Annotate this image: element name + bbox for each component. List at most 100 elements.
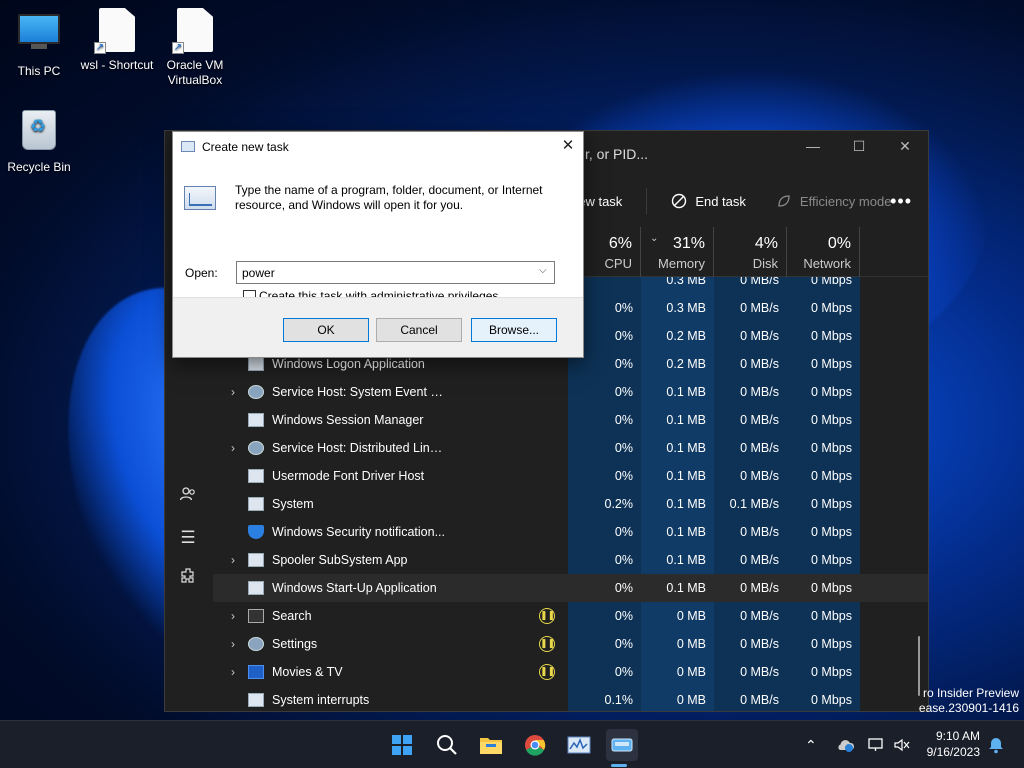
chevron-up-icon: ⌃	[805, 736, 817, 753]
network-value: 0 Mbps	[811, 357, 852, 371]
expand-chevron-icon[interactable]: ›	[231, 434, 235, 462]
cancel-button[interactable]: Cancel	[376, 318, 462, 342]
recycle-bin-icon	[0, 110, 78, 156]
suspended-status-icon: ❚❚	[539, 664, 555, 680]
search-box[interactable]: r, or PID...	[585, 141, 705, 167]
cpu-value: 0.1%	[604, 693, 634, 707]
process-name: Windows Session Manager	[272, 413, 424, 427]
onedrive-tray-button[interactable]	[835, 721, 855, 768]
network-monitor-icon	[868, 738, 883, 751]
cpu-value: 0%	[614, 413, 633, 427]
volume-tray-button[interactable]	[893, 721, 911, 768]
column-header-memory[interactable]: 31% Memory	[641, 227, 714, 277]
gear-icon	[248, 385, 264, 399]
memory-value: 0.1 MB	[666, 469, 706, 483]
disk-value: 0 MB/s	[740, 665, 779, 679]
table-row[interactable]: System interrupts 0.1% 0 MB 0 MB/s 0 Mbps	[213, 686, 928, 711]
file-explorer-button[interactable]	[475, 729, 507, 761]
table-row[interactable]: System 0.2% 0.1 MB 0.1 MB/s 0 Mbps	[213, 490, 928, 518]
efficiency-mode-button[interactable]: Efficiency mode	[770, 186, 898, 216]
expand-chevron-icon[interactable]: ›	[231, 546, 235, 574]
browse-button[interactable]: Browse...	[471, 318, 557, 342]
process-name: Search	[272, 609, 312, 623]
open-input[interactable]	[236, 261, 555, 284]
table-row[interactable]: › Movies & TV ❚❚ 0% 0 MB 0 MB/s 0 Mbps	[213, 658, 928, 686]
network-value: 0 Mbps	[811, 469, 852, 483]
process-name: Settings	[272, 637, 318, 651]
end-task-button[interactable]: End task	[665, 186, 752, 216]
expand-chevron-icon[interactable]: ›	[231, 602, 235, 630]
dialog-close-button[interactable]: ✕	[553, 132, 583, 160]
show-hidden-icons-button[interactable]: ⌃	[805, 721, 817, 768]
notifications-button[interactable]	[988, 721, 1004, 768]
disk-value: 0 MB/s	[740, 581, 779, 595]
expand-chevron-icon[interactable]: ›	[231, 630, 235, 658]
open-label: Open:	[185, 266, 218, 280]
desktop-icon-label: Recycle Bin	[7, 160, 71, 174]
run-dialog-taskbar-button[interactable]	[606, 729, 638, 761]
cpu-value: 0%	[614, 609, 633, 623]
clock[interactable]: 9:10 AM 9/16/2023	[927, 728, 980, 760]
services-icon[interactable]	[177, 567, 199, 589]
shield-icon	[248, 525, 264, 539]
table-row[interactable]: Windows Security notification... 0% 0.1 MB…	[213, 518, 928, 546]
chrome-button[interactable]	[519, 729, 551, 761]
create-new-task-dialog: Create new task ✕ Type the name of a pro…	[172, 131, 584, 358]
process-name: Windows Start-Up Application	[272, 581, 437, 595]
desktop-icon-recycle-bin[interactable]: Recycle Bin	[0, 106, 78, 175]
dialog-titlebar[interactable]: Create new task ✕	[173, 132, 583, 162]
shortcut-file-icon: ↗	[78, 8, 156, 54]
network-tray-button[interactable]	[867, 721, 885, 768]
start-button[interactable]	[386, 729, 418, 761]
column-header-network[interactable]: 0% Network	[787, 227, 860, 277]
app-icon	[248, 469, 264, 483]
table-row[interactable]: › Spooler SubSystem App 0% 0.1 MB 0 MB/s 0 Mb…	[213, 546, 928, 574]
cpu-value: 0%	[614, 469, 633, 483]
windows-logo-icon	[392, 735, 412, 755]
task-manager-taskbar-button[interactable]	[563, 729, 595, 761]
chevron-down-icon[interactable]: ⌵	[539, 265, 547, 276]
disk-value: 0 MB/s	[740, 469, 779, 483]
expand-chevron-icon[interactable]: ›	[231, 378, 235, 406]
scrollbar[interactable]	[918, 636, 920, 696]
run-task-icon	[611, 738, 633, 752]
desktop-icon-this-pc[interactable]: This PC	[0, 8, 78, 79]
table-row[interactable]: › Search ❚❚ 0% 0 MB 0 MB/s 0 Mbps	[213, 602, 928, 630]
cpu-value: 0%	[614, 665, 633, 679]
task-manager-icon	[567, 736, 591, 754]
users-icon[interactable]	[177, 485, 199, 507]
table-row[interactable]: Windows Session Manager 0% 0.1 MB 0 MB/s 0 M…	[213, 406, 928, 434]
network-total: 0%	[827, 235, 851, 252]
process-name: Windows Security notification...	[272, 525, 445, 539]
process-name: System	[272, 497, 314, 511]
memory-value: 0.2 MB	[666, 329, 706, 343]
details-list-icon[interactable]: ☰	[177, 527, 199, 549]
gear-icon	[248, 441, 264, 455]
search-button[interactable]	[431, 729, 463, 761]
dialog-footer: OK Cancel Browse...	[173, 297, 583, 357]
table-row[interactable]: › Service Host: System Event No... 0% 0.1 M…	[213, 378, 928, 406]
end-task-label: End task	[695, 193, 746, 209]
table-row[interactable]: Windows Start-Up Application 0% 0.1 MB 0 MB…	[213, 574, 928, 602]
minimize-button[interactable]: —	[790, 131, 836, 161]
table-row[interactable]: › Settings ❚❚ 0% 0 MB 0 MB/s 0 Mbps	[213, 630, 928, 658]
cpu-value: 0%	[614, 553, 633, 567]
memory-value: 0 MB	[676, 665, 706, 679]
desktop-icon-virtualbox[interactable]: ↗ Oracle VM VirtualBox	[156, 8, 234, 88]
onedrive-cloud-icon	[838, 740, 855, 752]
table-row[interactable]: › Service Host: Distributed Link ... 0% 0.1…	[213, 434, 928, 462]
printer-icon	[248, 553, 264, 567]
desktop-icon-wsl-shortcut[interactable]: ↗ wsl - Shortcut	[78, 8, 156, 73]
table-row[interactable]: Usermode Font Driver Host 0% 0.1 MB 0 MB/s 0…	[213, 462, 928, 490]
expand-chevron-icon[interactable]: ›	[231, 658, 235, 686]
toolbar-divider	[646, 188, 648, 214]
network-value: 0 Mbps	[811, 329, 852, 343]
app-icon	[248, 357, 264, 371]
process-name: Movies & TV	[272, 665, 343, 679]
maximize-button[interactable]: ☐	[836, 131, 882, 161]
more-options-icon[interactable]: •••	[890, 191, 912, 212]
ok-button[interactable]: OK	[283, 318, 369, 342]
memory-value: 0.1 MB	[666, 581, 706, 595]
column-header-disk[interactable]: 4% Disk	[714, 227, 787, 277]
close-button[interactable]: ✕	[882, 131, 928, 161]
